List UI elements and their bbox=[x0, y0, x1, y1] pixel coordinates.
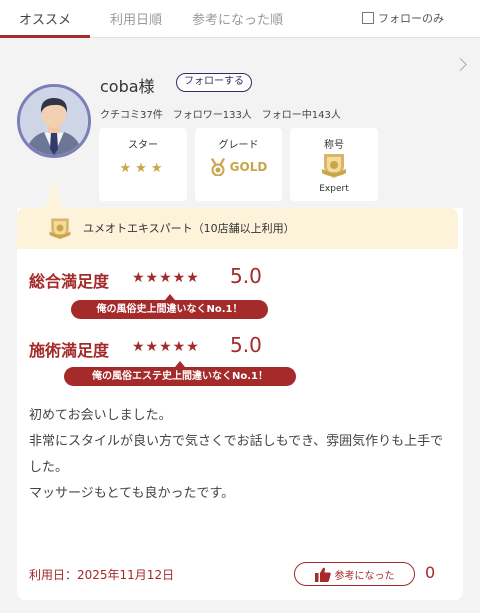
grade-badge-title: グレード bbox=[218, 140, 259, 151]
star-badge-box: スター ★★★ bbox=[99, 128, 187, 201]
overall-satisfaction-score: 5.0 bbox=[230, 264, 262, 288]
businessman-avatar-icon bbox=[20, 87, 88, 155]
treatment-satisfaction-comment: 俺の風俗エステ史上間違いなくNo.1！ bbox=[64, 361, 296, 386]
tab-by-visit-date[interactable]: 利用日順 bbox=[110, 9, 162, 28]
review-body: 初めてお会いしました。 非常にスタイルが良い方で気さくでお話しもでき、雰囲気作り… bbox=[29, 403, 454, 507]
visit-date: 利用日：2025年11月12日 bbox=[29, 568, 175, 582]
helpful-count: 0 bbox=[425, 563, 436, 582]
review-body-line: 初めてお会いしました。 bbox=[29, 408, 172, 423]
expert-banner-text: ユメオトエキスパート（10店舗以上利用） bbox=[83, 222, 295, 235]
expert-badge-icon bbox=[49, 218, 71, 240]
grade-badge-box: グレード GOLD bbox=[195, 128, 282, 201]
active-tab-indicator bbox=[0, 35, 90, 38]
follow-only-label: フォローのみ bbox=[378, 12, 444, 25]
medal-icon bbox=[210, 158, 225, 176]
avatar[interactable] bbox=[17, 84, 91, 158]
follow-only-filter[interactable]: フォローのみ bbox=[362, 10, 444, 26]
helpful-button[interactable]: 参考になった bbox=[294, 562, 415, 586]
sort-tabs: オススメ 利用日順 参考になった順 フォローのみ bbox=[0, 0, 480, 38]
reviewer-stats: クチコミ37件 フォロワー133人 フォロー中143人 bbox=[100, 110, 341, 121]
overall-satisfaction-label: 総合満足度 bbox=[29, 272, 110, 291]
expert-badge-icon bbox=[322, 154, 346, 178]
thumbs-up-icon bbox=[314, 567, 331, 582]
overall-satisfaction-stars: ★★★★★ bbox=[132, 270, 200, 286]
grade-value: GOLD bbox=[229, 160, 268, 174]
banner-pointer bbox=[45, 180, 63, 208]
review-body-line: 非常にスタイルが良い方で気さくでお話しもでき、雰囲気作りも上手でした。 bbox=[29, 434, 444, 475]
tab-recommended[interactable]: オススメ bbox=[19, 9, 71, 28]
treatment-satisfaction-label: 施術満足度 bbox=[29, 341, 110, 360]
title-badge-box: 称号 Expert bbox=[290, 128, 378, 201]
review-body-line: マッサージもとても良かったです。 bbox=[29, 486, 235, 501]
star-badge-title: スター bbox=[128, 140, 158, 151]
helpful-label: 参考になった bbox=[334, 570, 395, 582]
treatment-satisfaction-score: 5.0 bbox=[230, 333, 262, 357]
reviewer-star-rating: ★★★ bbox=[119, 161, 167, 176]
treatment-satisfaction-stars: ★★★★★ bbox=[132, 339, 200, 355]
reviewer-name[interactable]: coba様 bbox=[100, 73, 155, 97]
title-badge-title: 称号 bbox=[324, 140, 344, 151]
expert-banner: ユメオトエキスパート（10店舗以上利用） bbox=[17, 208, 458, 249]
tab-by-helpful[interactable]: 参考になった順 bbox=[192, 9, 283, 28]
title-value: Expert bbox=[319, 184, 349, 194]
follow-only-checkbox[interactable] bbox=[362, 12, 374, 24]
overall-satisfaction-comment: 俺の風俗史上間違いなくNo.1！ bbox=[71, 294, 268, 319]
follow-button[interactable]: フォローする bbox=[176, 73, 252, 92]
